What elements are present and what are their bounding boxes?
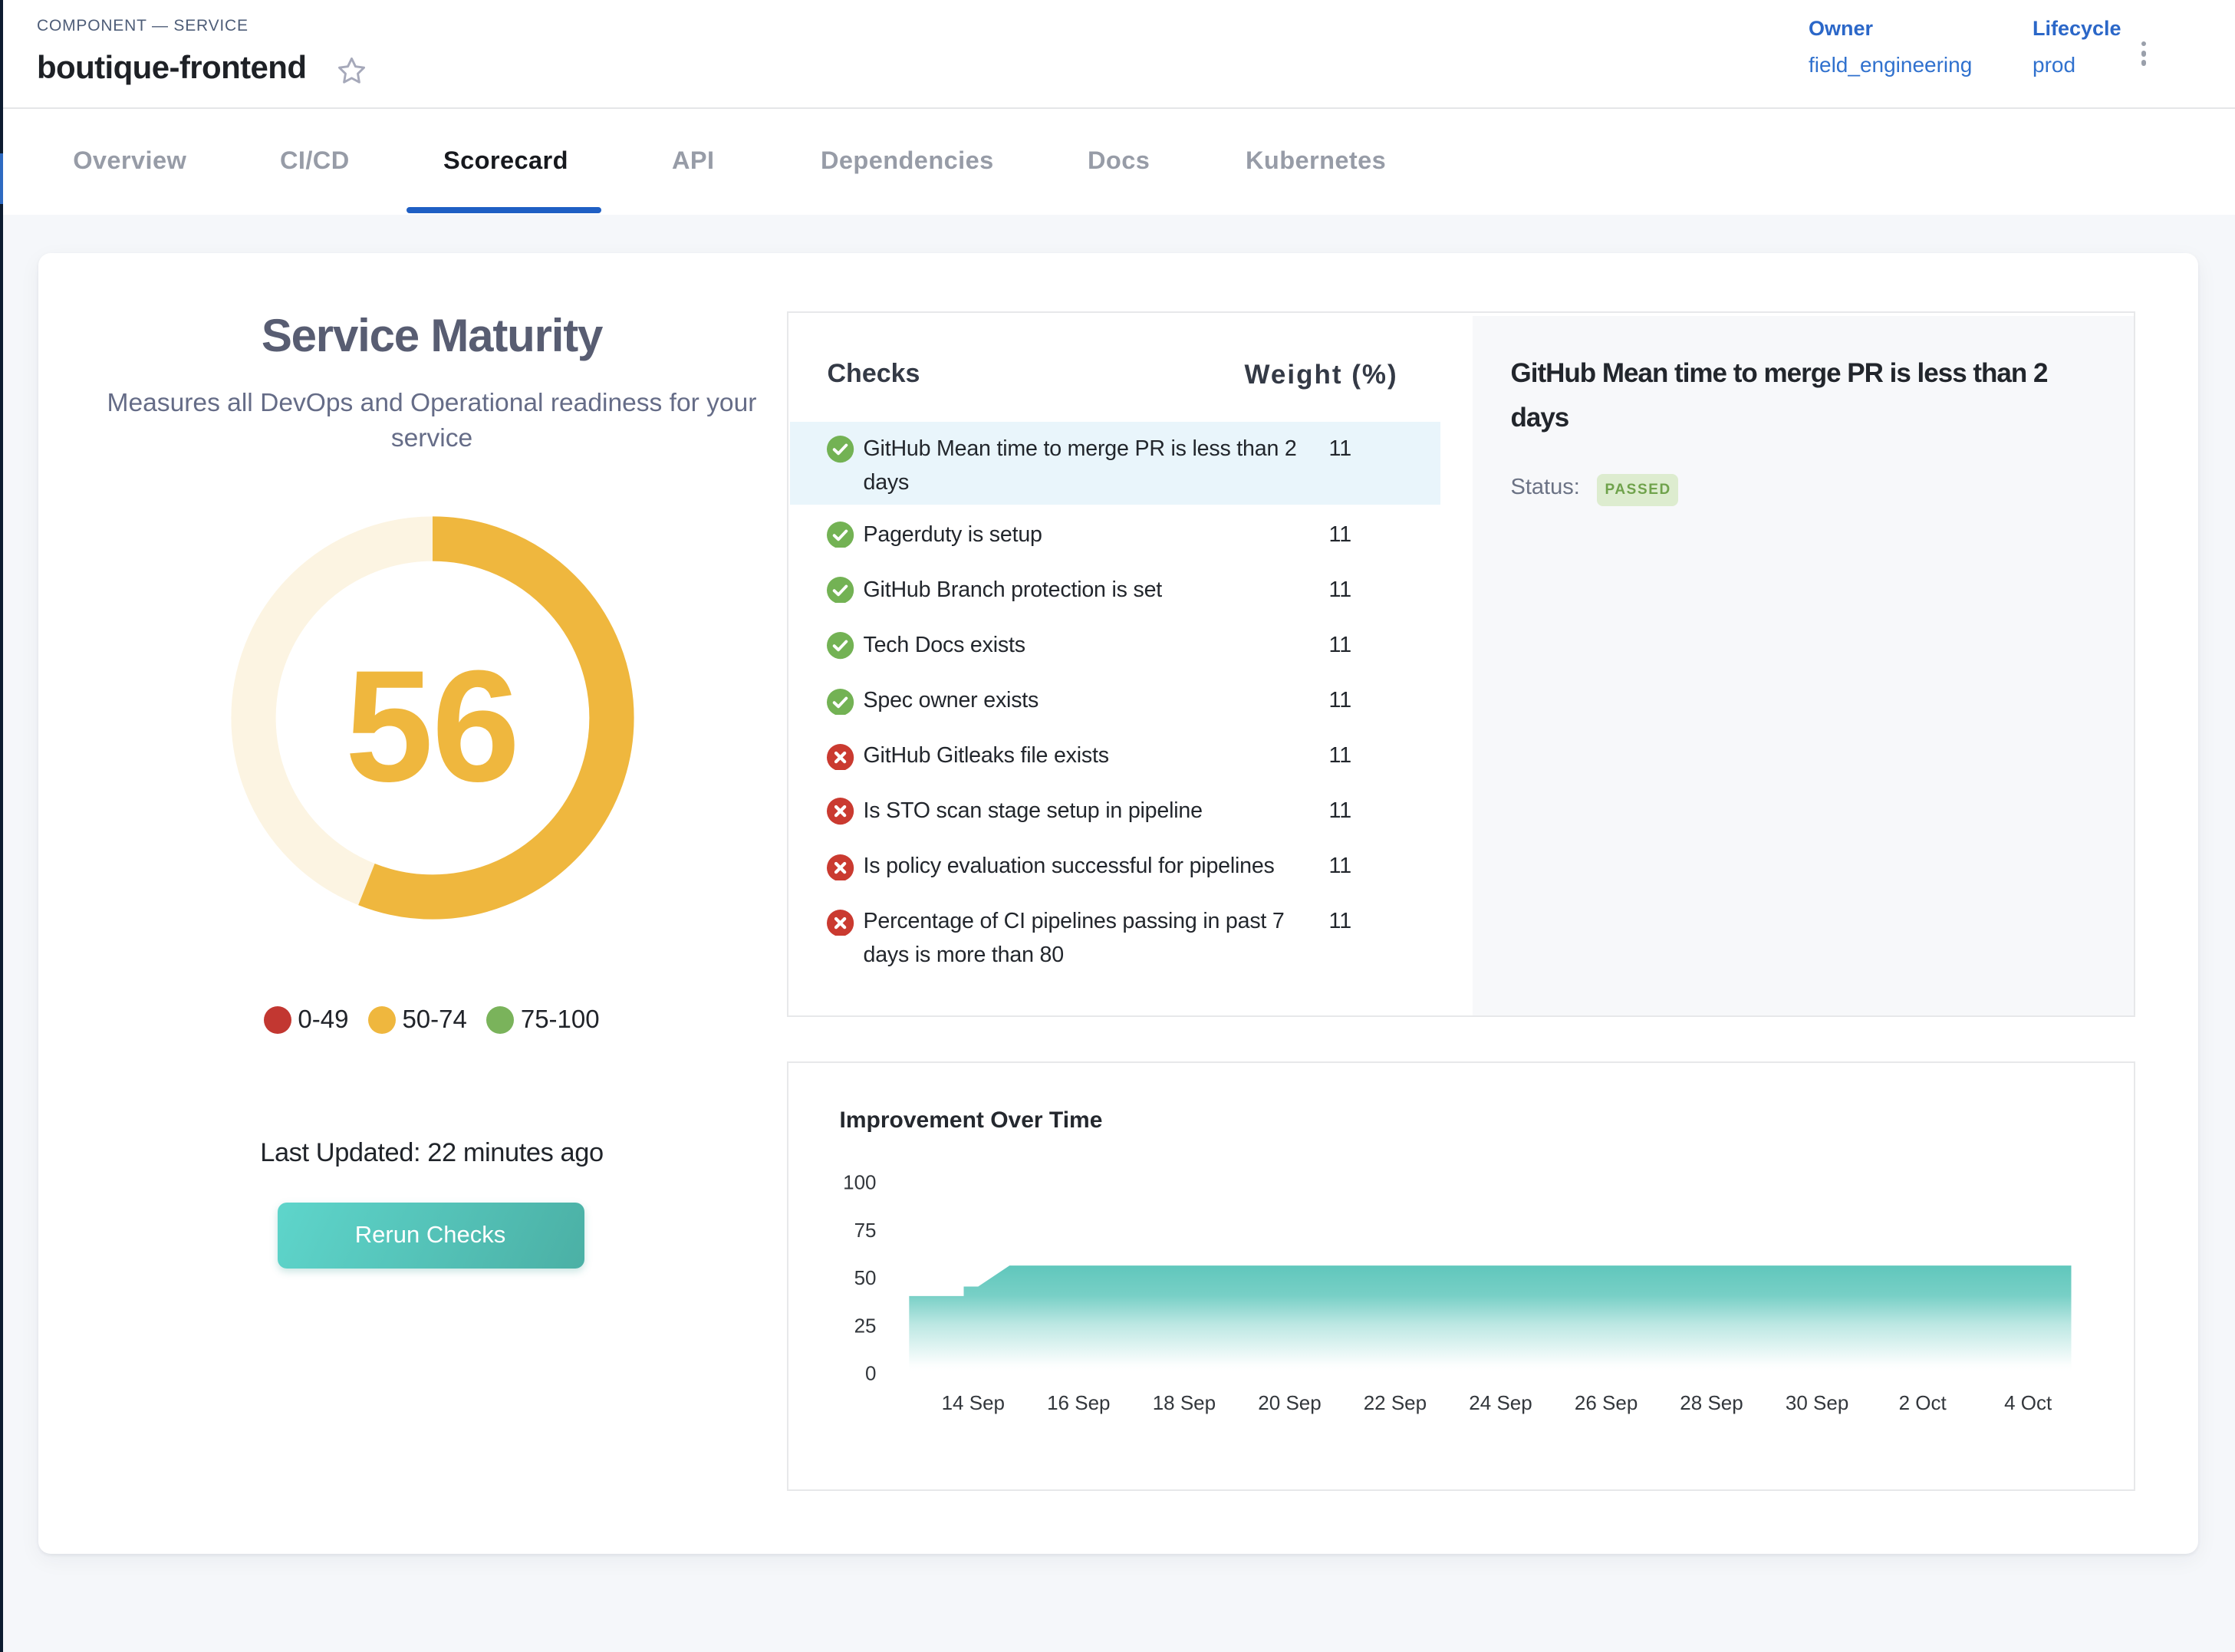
svg-text:25: 25 xyxy=(854,1314,877,1337)
svg-text:4 Oct: 4 Oct xyxy=(2005,1391,2053,1414)
svg-text:0: 0 xyxy=(866,1362,877,1385)
svg-text:20 Sep: 20 Sep xyxy=(1259,1391,1322,1414)
svg-text:18 Sep: 18 Sep xyxy=(1153,1391,1216,1414)
svg-text:28 Sep: 28 Sep xyxy=(1680,1391,1743,1414)
svg-text:26 Sep: 26 Sep xyxy=(1575,1391,1638,1414)
svg-text:14 Sep: 14 Sep xyxy=(942,1391,1005,1414)
svg-text:100: 100 xyxy=(844,1171,877,1194)
svg-text:2 Oct: 2 Oct xyxy=(1899,1391,1947,1414)
svg-text:30 Sep: 30 Sep xyxy=(1786,1391,1848,1414)
svg-text:50: 50 xyxy=(854,1266,877,1289)
svg-text:22 Sep: 22 Sep xyxy=(1364,1391,1427,1414)
svg-text:24 Sep: 24 Sep xyxy=(1470,1391,1532,1414)
svg-text:75: 75 xyxy=(854,1219,877,1242)
svg-text:16 Sep: 16 Sep xyxy=(1048,1391,1111,1414)
